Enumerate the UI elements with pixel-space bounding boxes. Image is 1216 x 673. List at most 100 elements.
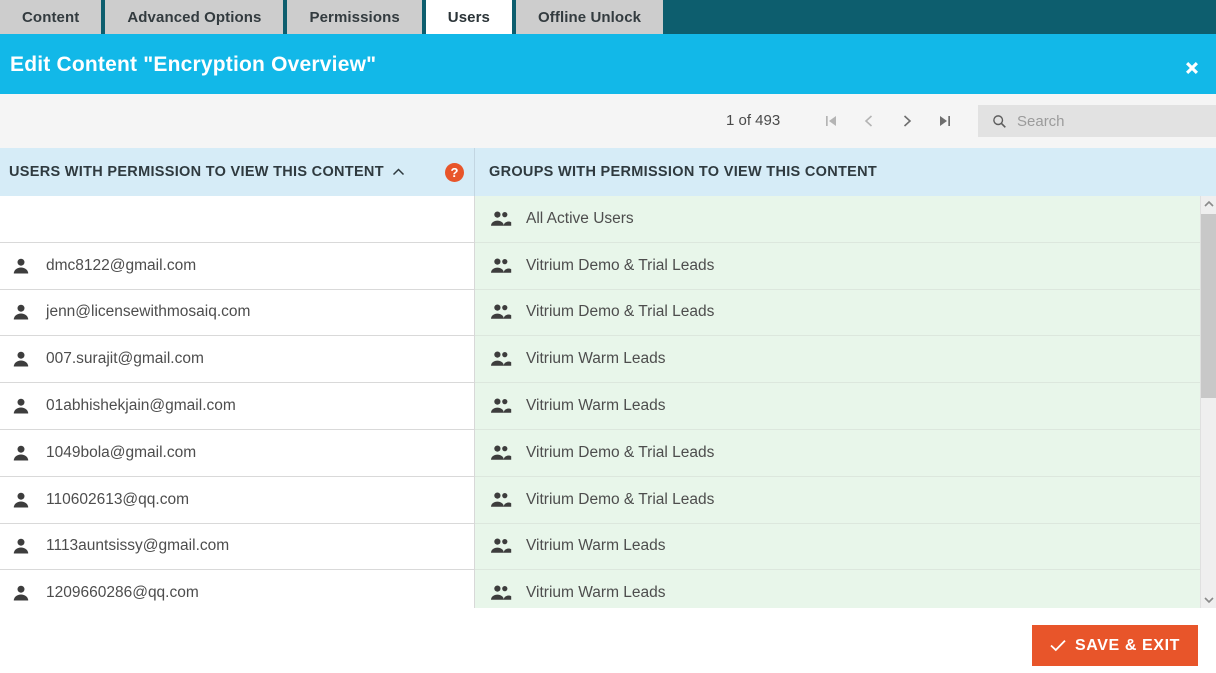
close-button[interactable]	[1178, 54, 1206, 82]
list-item[interactable]: Vitrium Warm Leads	[475, 383, 1200, 430]
list-item[interactable]: Vitrium Warm Leads	[475, 570, 1200, 608]
tab-label: Permissions	[309, 8, 400, 26]
user-icon	[8, 444, 34, 462]
close-icon	[1186, 62, 1198, 74]
groups-list: All Active Users Vitrium Demo & Trial Le…	[474, 196, 1200, 608]
scroll-up-button[interactable]	[1201, 196, 1216, 212]
users-column-label: USERS WITH PERMISSION TO VIEW THIS CONTE…	[9, 164, 384, 180]
list-item[interactable]: 1113auntsissy@gmail.com	[0, 524, 474, 571]
user-icon	[8, 491, 34, 509]
column-header-row: USERS WITH PERMISSION TO VIEW THIS CONTE…	[0, 148, 1216, 196]
group-name: Vitrium Demo & Trial Leads	[526, 303, 715, 321]
search-box[interactable]	[978, 105, 1216, 137]
group-name: Vitrium Demo & Trial Leads	[526, 443, 715, 461]
scrollbar-thumb[interactable]	[1201, 214, 1216, 398]
list-item[interactable]: 1049bola@gmail.com	[0, 430, 474, 477]
group-name: Vitrium Demo & Trial Leads	[526, 490, 715, 508]
groups-list-scrollbar[interactable]	[1200, 196, 1216, 608]
group-name: Vitrium Warm Leads	[526, 350, 666, 368]
list-item[interactable]: Vitrium Demo & Trial Leads	[475, 243, 1200, 290]
tab-label: Content	[22, 8, 80, 26]
group-name: Vitrium Warm Leads	[526, 397, 666, 415]
next-page-icon	[903, 115, 912, 127]
tab-offline-unlock[interactable]: Offline Unlock	[516, 0, 664, 34]
list-item[interactable]: Vitrium Warm Leads	[475, 524, 1200, 571]
search-icon	[992, 114, 1007, 129]
next-page-button[interactable]	[888, 106, 926, 136]
user-email: 01abhishekjain@gmail.com	[46, 397, 236, 415]
list-item[interactable]: Vitrium Demo & Trial Leads	[475, 290, 1200, 337]
previous-page-icon	[864, 115, 873, 127]
tab-content[interactable]: Content	[0, 0, 102, 34]
user-email: 1209660286@qq.com	[46, 584, 199, 602]
list-item[interactable]: Vitrium Warm Leads	[475, 336, 1200, 384]
group-icon	[488, 491, 514, 509]
user-icon	[8, 537, 34, 555]
group-icon	[488, 537, 514, 555]
group-name: Vitrium Warm Leads	[526, 584, 666, 602]
users-list: dmc8122@gmail.com jenn@licensewithmosaiq…	[0, 196, 474, 608]
user-email: 1049bola@gmail.com	[46, 443, 197, 461]
scroll-down-button[interactable]	[1201, 592, 1216, 608]
help-icon[interactable]: ?	[445, 163, 464, 182]
tab-permissions[interactable]: Permissions	[287, 0, 422, 34]
list-item[interactable]: 110602613@qq.com	[0, 477, 474, 524]
user-icon	[8, 350, 34, 368]
user-email: dmc8122@gmail.com	[46, 256, 197, 274]
save-and-exit-button[interactable]: SAVE & EXIT	[1032, 625, 1198, 666]
list-item[interactable]: All Active Users	[475, 196, 1200, 243]
groups-column-header[interactable]: GROUPS WITH PERMISSION TO VIEW THIS CONT…	[474, 148, 1216, 196]
previous-page-button[interactable]	[850, 106, 888, 136]
tab-label: Users	[447, 8, 490, 26]
pagination-count: 1 of 493	[726, 112, 781, 129]
group-name: Vitrium Warm Leads	[526, 537, 666, 555]
tab-users[interactable]: Users	[425, 0, 512, 34]
group-icon	[488, 210, 514, 228]
tab-bar: Content Advanced Options Permissions Use…	[0, 0, 1216, 34]
user-email: 007.surajit@gmail.com	[46, 350, 204, 368]
scroll-down-icon	[1204, 597, 1214, 604]
sort-ascending-caret-icon	[392, 167, 405, 177]
user-email: 1113auntsissy@gmail.com	[46, 537, 230, 555]
group-icon	[488, 397, 514, 415]
save-and-exit-label: SAVE & EXIT	[1075, 636, 1180, 654]
dialog-title-bar: Edit Content "Encryption Overview"	[0, 40, 1216, 94]
page-title: Edit Content "Encryption Overview"	[10, 53, 377, 76]
user-email: jenn@licensewithmosaiq.com	[46, 303, 251, 321]
search-input[interactable]	[1017, 106, 1197, 136]
groups-column-label: GROUPS WITH PERMISSION TO VIEW THIS CONT…	[489, 164, 878, 180]
first-page-button[interactable]	[812, 106, 850, 136]
tab-label: Advanced Options	[127, 8, 262, 26]
users-column-header[interactable]: USERS WITH PERMISSION TO VIEW THIS CONTE…	[0, 148, 474, 196]
list-item	[0, 196, 474, 243]
user-icon	[8, 257, 34, 275]
user-email: 110602613@qq.com	[46, 490, 189, 508]
group-name: All Active Users	[526, 209, 634, 227]
list-item[interactable]: jenn@licensewithmosaiq.com	[0, 290, 474, 337]
list-item[interactable]: 01abhishekjain@gmail.com	[0, 383, 474, 430]
list-item[interactable]: Vitrium Demo & Trial Leads	[475, 430, 1200, 477]
user-icon	[8, 397, 34, 415]
list-item[interactable]: dmc8122@gmail.com	[0, 243, 474, 290]
list-item[interactable]: 1209660286@qq.com	[0, 570, 474, 608]
group-name: Vitrium Demo & Trial Leads	[526, 256, 715, 274]
list-item[interactable]: 007.surajit@gmail.com	[0, 336, 474, 384]
group-icon	[488, 444, 514, 462]
group-icon	[488, 303, 514, 321]
user-icon	[8, 584, 34, 602]
group-icon	[488, 257, 514, 275]
permission-lists: dmc8122@gmail.com jenn@licensewithmosaiq…	[0, 196, 1216, 608]
group-icon	[488, 350, 514, 368]
pagination-controls	[812, 106, 964, 136]
tab-advanced-options[interactable]: Advanced Options	[105, 0, 284, 34]
scroll-up-icon	[1204, 200, 1214, 207]
last-page-icon	[940, 116, 950, 126]
checkmark-icon	[1050, 639, 1066, 652]
list-item[interactable]: Vitrium Demo & Trial Leads	[475, 477, 1200, 524]
user-icon	[8, 303, 34, 321]
tab-label: Offline Unlock	[538, 8, 642, 26]
group-icon	[488, 584, 514, 602]
last-page-button[interactable]	[926, 106, 964, 136]
dialog-footer: SAVE & EXIT	[0, 608, 1216, 673]
first-page-icon	[826, 116, 836, 126]
